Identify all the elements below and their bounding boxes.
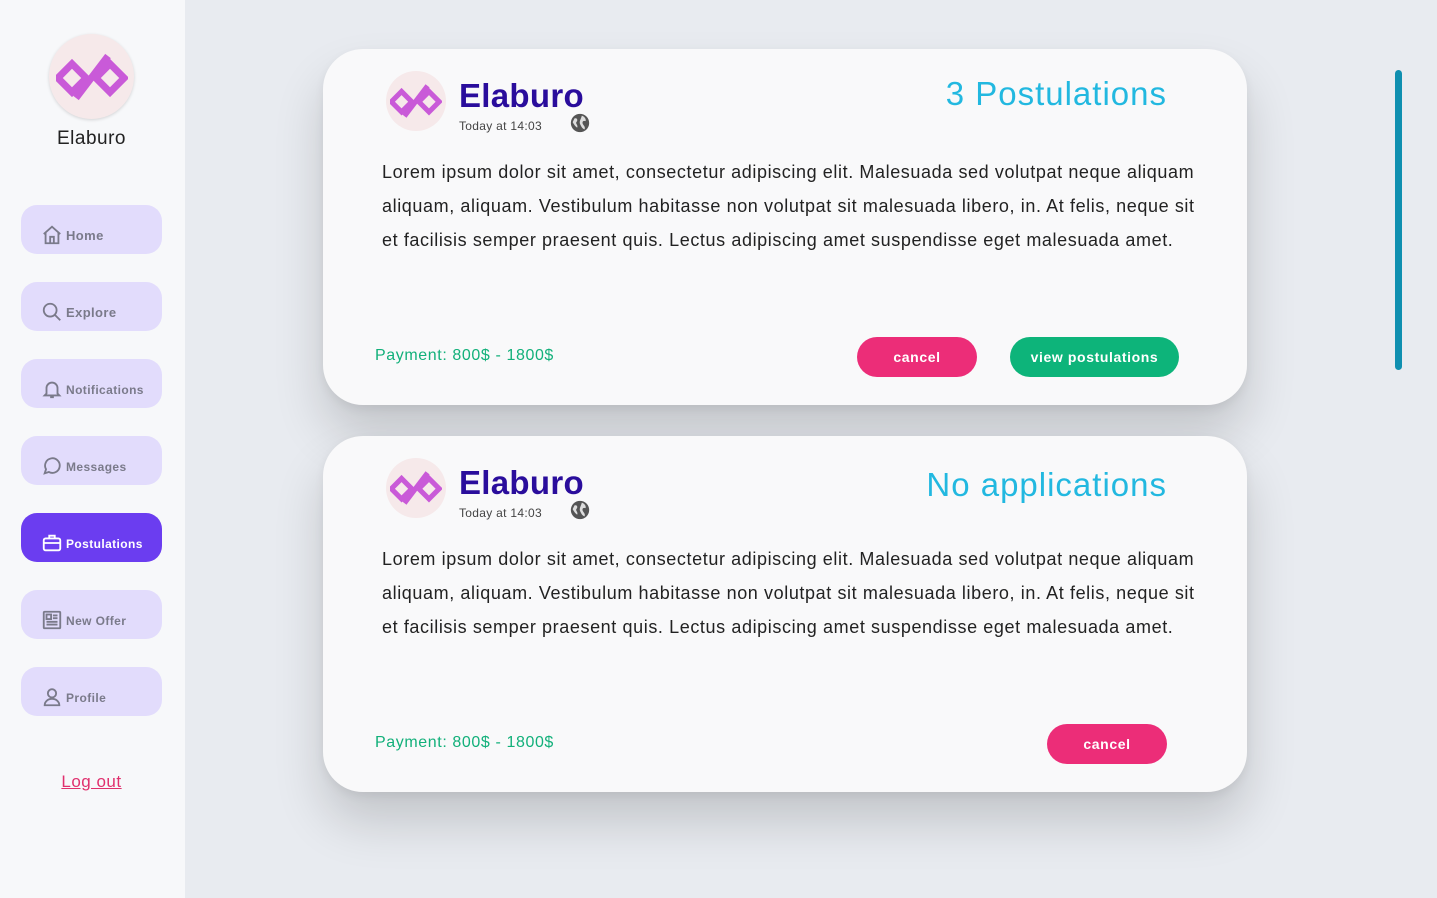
nav-postulations-label: Postulations	[66, 537, 143, 551]
cancel-button[interactable]: cancel	[857, 337, 977, 377]
view-postulations-button[interactable]: view postulations	[1010, 337, 1179, 377]
nav-notifications-button[interactable]: Notifications	[21, 359, 162, 408]
offer-description: Lorem ipsum dolor sit amet, consectetur …	[382, 162, 1195, 250]
elaburo-logo-icon	[390, 471, 442, 505]
globe-icon	[570, 113, 590, 133]
user-icon	[43, 688, 61, 707]
company-name[interactable]: Elaburo	[459, 77, 584, 115]
offer-card: Elaburo Today at 14:03 No applications L…	[323, 436, 1247, 792]
scrollbar-thumb[interactable]	[1395, 70, 1402, 370]
newspaper-icon	[42, 610, 62, 630]
sidebar: Elaburo Home Explore Notifications Messa…	[0, 0, 185, 898]
post-time: Today at 14:03	[459, 506, 542, 520]
profile-avatar[interactable]	[49, 34, 134, 119]
elaburo-logo-icon	[55, 53, 128, 100]
search-icon	[42, 302, 61, 321]
nav-messages-button[interactable]: Messages	[21, 436, 162, 485]
company-avatar[interactable]	[386, 458, 446, 518]
payment-range: Payment: 800$ - 1800$	[375, 734, 554, 751]
nav-profile-button[interactable]: Profile	[21, 667, 162, 716]
payment-range: Payment: 800$ - 1800$	[375, 347, 554, 364]
nav-postulations-button[interactable]: Postulations	[21, 513, 162, 562]
company-name[interactable]: Elaburo	[459, 464, 584, 502]
nav-explore-button[interactable]: Explore	[21, 282, 162, 331]
offer-description: Lorem ipsum dolor sit amet, consectetur …	[382, 549, 1195, 637]
postulations-count: 3 Postulations	[945, 75, 1167, 112]
applications-status: No applications	[926, 466, 1167, 503]
elaburo-logo-icon	[390, 84, 442, 118]
chat-bubble-icon	[43, 457, 61, 475]
cancel-button[interactable]: cancel	[1047, 724, 1167, 764]
nav-explore-label: Explore	[66, 305, 117, 320]
post-time: Today at 14:03	[459, 119, 542, 133]
nav-notifications-label: Notifications	[66, 383, 144, 397]
nav-messages-label: Messages	[66, 460, 127, 474]
nav-new-offer-button[interactable]: New Offer	[21, 590, 162, 639]
globe-icon	[570, 500, 590, 520]
offer-card: Elaburo Today at 14:03 3 Postulations Lo…	[323, 49, 1247, 405]
nav-profile-label: Profile	[66, 691, 107, 705]
home-icon	[43, 225, 61, 245]
nav-new-offer-label: New Offer	[66, 614, 127, 628]
logout-link[interactable]: Log out	[0, 772, 183, 792]
bell-icon	[42, 381, 62, 399]
nav-home-button[interactable]: Home	[21, 205, 162, 254]
profile-name: Elaburo	[57, 128, 126, 149]
briefcase-icon	[42, 534, 62, 552]
company-avatar[interactable]	[386, 71, 446, 131]
nav-home-label: Home	[66, 228, 104, 243]
